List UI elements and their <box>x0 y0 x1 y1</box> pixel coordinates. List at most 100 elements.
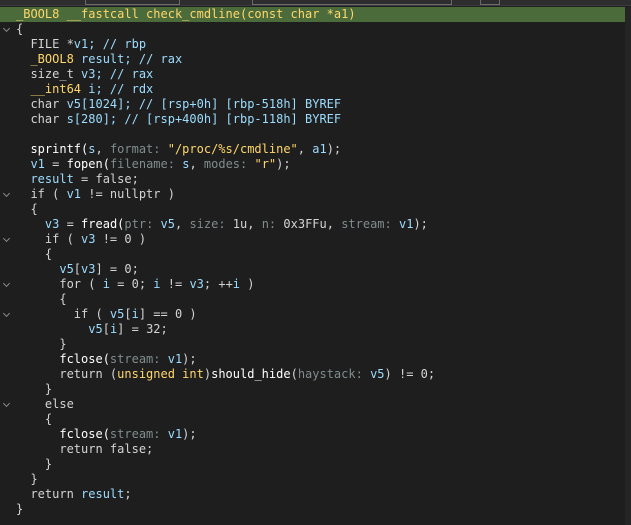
code-token: stream: <box>109 427 168 441</box>
code-line[interactable]: fclose(stream: v1); <box>0 427 631 442</box>
code-line[interactable]: return result; <box>0 487 631 502</box>
code-token: "/proc/%s/cmdline" <box>167 142 298 156</box>
code-line[interactable]: for ( i = 0; i != v3; ++i ) <box>0 277 631 292</box>
code-line[interactable] <box>0 127 631 142</box>
fold-chevron-icon[interactable] <box>2 399 11 408</box>
fold-chevron-icon[interactable] <box>2 189 11 198</box>
code-text: } <box>16 502 23 517</box>
code-token: ] = 0; <box>95 262 139 276</box>
code-line[interactable]: result = false; <box>0 172 631 187</box>
code-line[interactable]: else <box>0 397 631 412</box>
code-token: [ <box>124 307 132 321</box>
code-line[interactable]: if ( v5[i] == 0 ) <box>0 307 631 322</box>
code-line[interactable]: { <box>0 202 631 217</box>
code-line[interactable]: v1 = fopen(filename: s, modes: "r"); <box>0 157 631 172</box>
code-text: { <box>16 412 52 427</box>
code-line[interactable]: _BOOL8 __fastcall check_cmdline(const ch… <box>0 7 631 22</box>
code-line[interactable]: } <box>0 382 631 397</box>
code-token: = 0; <box>109 277 154 291</box>
code-token: fclose( <box>16 352 110 366</box>
code-token: v3 <box>81 262 96 276</box>
code-token: unsigned int <box>117 367 204 381</box>
code-line[interactable]: char v5[1024]; // [rsp+0h] [rbp-518h] BY… <box>0 97 631 112</box>
code-token: v1 <box>16 157 45 171</box>
code-line[interactable]: } <box>0 457 631 472</box>
tab-left[interactable] <box>85 0 180 5</box>
tab-right[interactable] <box>480 0 500 5</box>
code-text: v5[v3] = 0; <box>16 262 139 277</box>
code-text: sprintf(s, format: "/proc/%s/cmdline", a… <box>16 142 341 157</box>
pseudocode-view[interactable]: _BOOL8 __fastcall check_cmdline(const ch… <box>0 7 631 517</box>
code-token: ] == 0 ) <box>138 307 197 321</box>
code-line[interactable]: v3 = fread(ptr: v5, size: 1u, n: 0x3FFu,… <box>0 217 631 232</box>
code-token: size_t <box>16 67 82 81</box>
code-line[interactable]: } <box>0 502 631 517</box>
code-line[interactable]: FILE *v1; // rbp <box>0 37 631 52</box>
code-token: i <box>102 277 110 291</box>
code-token: v1 <box>73 37 89 51</box>
code-line[interactable]: sprintf(s, format: "/proc/%s/cmdline", a… <box>0 142 631 157</box>
code-token: = false; <box>73 172 139 186</box>
code-token: if ( <box>16 307 110 321</box>
vertical-scrollbar[interactable] <box>625 7 631 525</box>
code-text: size_t v3; // rax <box>16 67 153 82</box>
code-text: { <box>16 202 37 217</box>
code-line[interactable]: if ( v1 != nullptr ) <box>0 187 631 202</box>
code-line[interactable]: { <box>0 412 631 427</box>
code-line[interactable]: { <box>0 292 631 307</box>
code-token: i <box>232 277 241 291</box>
code-token: FILE * <box>16 37 74 51</box>
code-line[interactable]: char s[280]; // [rsp+400h] [rbp-118h] BY… <box>0 112 631 127</box>
code-token: ; <box>124 487 132 501</box>
code-token: fread( <box>81 217 125 231</box>
code-text: result = false; <box>16 172 139 187</box>
code-token: [ <box>102 322 110 336</box>
code-token: { <box>16 412 53 426</box>
code-token: haystack: <box>297 367 371 381</box>
code-text: { <box>16 247 52 262</box>
code-token: ; // rax <box>124 52 183 66</box>
code-line[interactable]: _BOOL8 result; // rax <box>0 52 631 67</box>
fold-chevron-icon[interactable] <box>2 24 11 33</box>
code-token: if ( <box>16 232 82 246</box>
code-line[interactable]: return false; <box>0 442 631 457</box>
code-text: if ( v1 != nullptr ) <box>16 187 175 202</box>
code-token: , <box>95 142 110 156</box>
code-token: ptr: <box>124 217 161 231</box>
code-token: if ( <box>16 187 67 201</box>
tab-middle[interactable] <box>252 0 452 5</box>
code-line[interactable]: __int64 i; // rdx <box>0 82 631 97</box>
code-line[interactable]: } <box>0 337 631 352</box>
code-token: ) <box>203 367 212 381</box>
code-line[interactable]: { <box>0 22 631 37</box>
code-line[interactable]: { <box>0 247 631 262</box>
code-token: modes: <box>203 157 255 171</box>
code-text: v5[i] = 32; <box>16 322 168 337</box>
code-token: a1 <box>312 142 327 156</box>
code-token: should_hide <box>211 367 291 381</box>
code-token: ); <box>182 352 197 366</box>
code-token: } <box>16 502 24 516</box>
code-token: stream: <box>341 217 399 231</box>
code-line[interactable]: v5[i] = 32; <box>0 322 631 337</box>
code-text: } <box>16 457 52 472</box>
fold-chevron-icon[interactable] <box>2 279 11 288</box>
code-token: { <box>16 292 67 306</box>
code-token: ] = 32; <box>117 322 168 336</box>
code-token: fclose( <box>16 427 110 441</box>
code-token: [ <box>73 262 82 276</box>
code-token: , <box>189 157 204 171</box>
code-token: [280]; // [rsp+400h] [rbp-118h] BYREF <box>73 112 342 126</box>
fold-chevron-icon[interactable] <box>2 234 11 243</box>
code-line[interactable]: fclose(stream: v1); <box>0 352 631 367</box>
code-line[interactable]: if ( v3 != 0 ) <box>0 232 631 247</box>
code-line[interactable]: size_t v3; // rax <box>0 67 631 82</box>
code-token: , <box>174 217 190 231</box>
code-line[interactable]: v5[v3] = 0; <box>0 262 631 277</box>
code-text: _BOOL8 __fastcall check_cmdline(const ch… <box>16 7 356 22</box>
code-line[interactable]: } <box>0 472 631 487</box>
code-text: _BOOL8 result; // rax <box>16 52 182 67</box>
code-token: v5 <box>160 217 175 231</box>
code-line[interactable]: return (unsigned int)should_hide(haystac… <box>0 367 631 382</box>
fold-chevron-icon[interactable] <box>2 309 11 318</box>
